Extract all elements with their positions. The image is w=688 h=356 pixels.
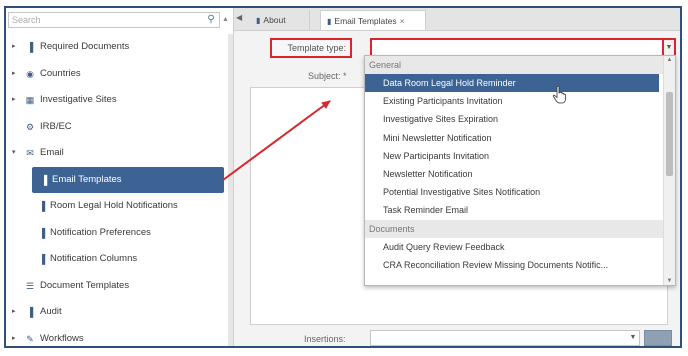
- gear-icon: ⚙: [25, 121, 35, 132]
- tree-item-label: Document Templates: [40, 279, 130, 291]
- scroll-up-icon[interactable]: ▲: [664, 57, 675, 63]
- building-icon: ▦: [25, 95, 35, 105]
- tree-item-label: IRB/EC: [40, 120, 72, 132]
- tree-item[interactable]: ▸ ▦ Investigative Sites: [6, 87, 228, 114]
- dropdown-option[interactable]: Mini Newsletter Notification: [365, 129, 659, 147]
- envelope-icon: ✉: [26, 148, 34, 158]
- tree-item-label: Workflows: [40, 332, 84, 344]
- tree-item-label: Email Templates: [52, 173, 122, 185]
- dropdown-option[interactable]: Potential Investigative Sites Notificati…: [365, 183, 659, 201]
- tree-item[interactable]: ⚙ IRB/EC: [6, 114, 228, 141]
- document-icon: ▐: [38, 201, 46, 211]
- globe-icon: ◉: [26, 68, 34, 79]
- tab-about[interactable]: ▮ About: [250, 10, 310, 30]
- template-type-label: Template type:: [270, 38, 352, 58]
- document-icon: ▐: [38, 227, 46, 238]
- document-icon: ▐: [26, 42, 34, 52]
- search-box[interactable]: ⚲: [8, 12, 220, 28]
- dropdown-options: General Data Room Legal Hold Reminder Exis…: [365, 56, 675, 274]
- tree-item[interactable]: ▐ Email Templates: [32, 166, 224, 193]
- dropdown-option[interactable]: Data Room Legal Hold Reminder: [365, 74, 659, 93]
- tab-email-templates[interactable]: ▮ Email Templates ×: [320, 10, 426, 30]
- tree-item-label: Audit: [40, 306, 62, 317]
- chevron-right-icon[interactable]: ▸: [12, 61, 20, 88]
- tree-item[interactable]: ▐ Notification Columns: [6, 246, 228, 273]
- dropdown-option[interactable]: Newsletter Notification: [365, 165, 659, 183]
- subject-label: Subject: *: [308, 71, 347, 81]
- tab-about-label: About: [263, 15, 286, 25]
- document-icon: ▮: [327, 17, 332, 26]
- chevron-right-icon[interactable]: ▸: [12, 34, 20, 61]
- tree-item-label: Countries: [40, 67, 81, 79]
- template-type-dropdown[interactable]: General Data Room Legal Hold Reminder Exis…: [364, 55, 676, 286]
- chevron-right-icon[interactable]: ▸: [12, 87, 20, 114]
- insertions-label: Insertions:: [304, 334, 346, 344]
- close-icon[interactable]: ×: [400, 16, 405, 26]
- dropdown-option[interactable]: Audit Query Review Feedback: [365, 238, 659, 256]
- tree-item[interactable]: ▐ Notification Preferences: [6, 220, 228, 247]
- insertions-select[interactable]: [370, 330, 640, 346]
- dropdown-option[interactable]: CRA Reconciliation Review Missing Docume…: [365, 256, 659, 274]
- tree-item[interactable]: ▾ ✉ Email: [6, 140, 228, 167]
- tree-item-label: Email: [40, 147, 64, 158]
- tab-email-templates-label: Email Templates: [334, 16, 397, 26]
- tree-item[interactable]: ▸ ◉ Countries: [6, 61, 228, 88]
- document-icon: ▐: [40, 174, 48, 185]
- navigation-tree: ▸ ▐ Required Documents ▸ ◉ Countries ▸ ▦ Investi…: [6, 34, 228, 347]
- dropdown-option[interactable]: Existing Participants Invitation: [365, 92, 659, 110]
- dropdown-option[interactable]: New Participants Invitation: [365, 147, 659, 165]
- navigation-scrollbar[interactable]: [228, 34, 233, 346]
- dropdown-option[interactable]: Task Reminder Email: [365, 201, 659, 219]
- list-icon: ☰: [25, 280, 35, 291]
- tree-item-label: Notification Preferences: [50, 226, 151, 238]
- scroll-down-icon[interactable]: ▼: [664, 278, 675, 284]
- tree-item[interactable]: ☰ Document Templates: [6, 273, 228, 300]
- tree-item[interactable]: ▸ ▐ Required Documents: [6, 34, 228, 61]
- document-icon: ▐: [38, 254, 46, 264]
- tree-item-label: Investigative Sites: [40, 94, 117, 105]
- pencil-icon: ✎: [26, 333, 34, 344]
- search-input[interactable]: [9, 13, 205, 27]
- search-icon[interactable]: ⚲: [205, 14, 217, 26]
- chevron-down-icon[interactable]: ▾: [12, 140, 20, 167]
- tab-scroll-icon[interactable]: ◀: [236, 13, 242, 22]
- chevron-down-icon[interactable]: ▼: [626, 330, 640, 346]
- navigation-panel: ⚲ ▲ ▸ ▐ Required Documents ▸ ◉ Countries ▸ ▦ Inv…: [6, 8, 234, 346]
- tree-item-label: Required Documents: [40, 41, 130, 52]
- mouse-pointer-icon: [552, 86, 566, 104]
- dropdown-group-header: General: [365, 56, 675, 74]
- tree-item[interactable]: ▸ ▐ Audit: [6, 299, 228, 326]
- tab-bar: ◀ ▮ About ▮ Email Templates ×: [234, 8, 680, 31]
- dropdown-group-header: Documents: [365, 219, 675, 238]
- tree-item[interactable]: ▸ ✎ Workflows: [6, 326, 228, 347]
- chevron-right-icon[interactable]: ▸: [12, 326, 20, 347]
- dropdown-option[interactable]: Investigative Sites Expiration: [365, 110, 659, 128]
- document-icon: ▮: [256, 16, 261, 25]
- collapse-panel-icon[interactable]: ▲: [222, 16, 230, 24]
- tree-item-label: Room Legal Hold Notifications: [50, 200, 178, 211]
- tree-item-label: Notification Columns: [50, 253, 138, 264]
- document-icon: ▐: [26, 307, 34, 317]
- chevron-right-icon[interactable]: ▸: [12, 299, 20, 326]
- tree-item[interactable]: ▐ Room Legal Hold Notifications: [6, 193, 228, 220]
- insert-button[interactable]: [644, 330, 672, 346]
- scrollbar-thumb[interactable]: [666, 92, 673, 176]
- dropdown-scrollbar[interactable]: ▲ ▼: [663, 56, 675, 285]
